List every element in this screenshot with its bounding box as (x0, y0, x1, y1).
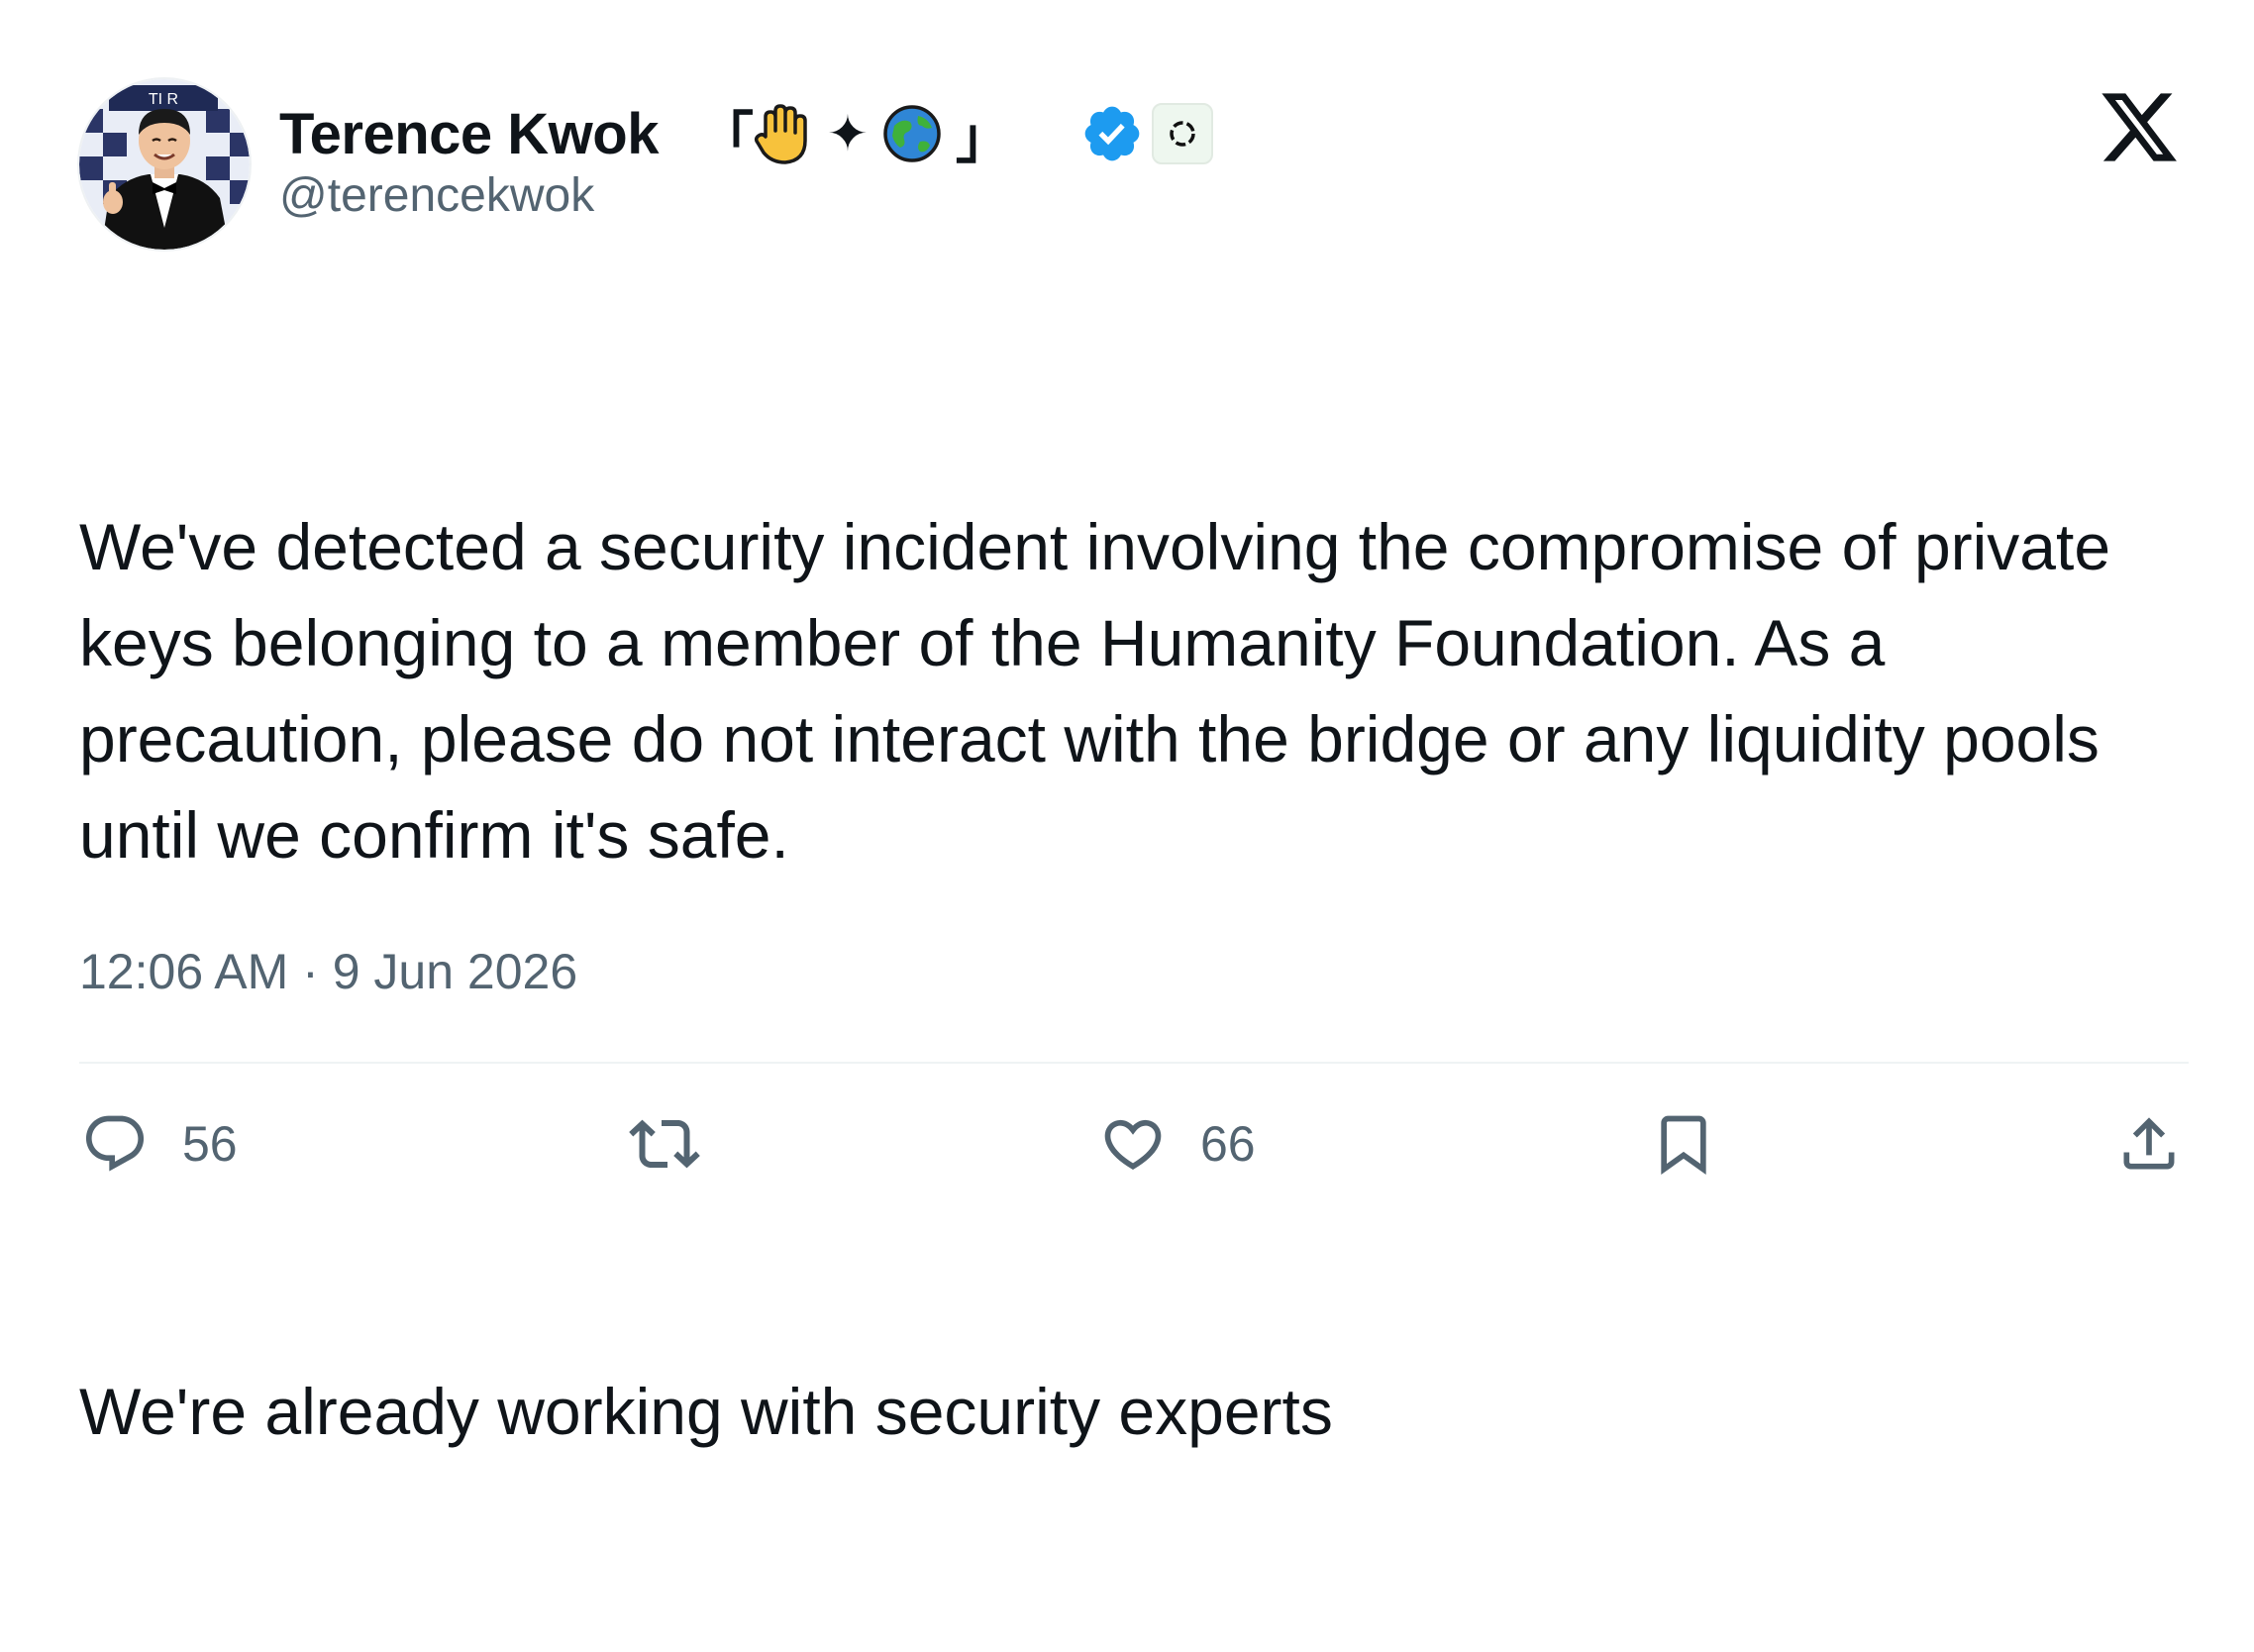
like-count: 66 (1200, 1116, 1256, 1172)
x-logo-icon[interactable] (2098, 84, 2181, 163)
avatar-image: TI R (79, 79, 250, 250)
retweet-icon (629, 1119, 700, 1169)
affiliate-badge-icon[interactable] (1151, 103, 1213, 164)
display-name[interactable]: Terence Kwok (279, 101, 659, 167)
like-icon (1104, 1119, 1162, 1170)
like-button[interactable]: 66 (1099, 1099, 1256, 1188)
tweet-paragraph: We're already working with security expe… (79, 1375, 1333, 1448)
reply-count: 56 (182, 1116, 238, 1172)
close-bracket: 」 (955, 106, 1011, 169)
reply-icon (85, 1115, 145, 1172)
avatar-sign-text: TI R (149, 91, 178, 108)
retweet-button[interactable] (629, 1099, 700, 1188)
sparkle-icon: ✦ (826, 106, 869, 161)
globe-icon (883, 105, 941, 162)
tweet-paragraph: We've detected a security incident invol… (79, 510, 2129, 872)
author-name-row: Terence Kwok 「 ✦ 」 (279, 94, 1213, 173)
tweet-timestamp[interactable]: 12:06 AM · 9 Jun 2026 (79, 943, 577, 1000)
verified-badge-icon[interactable] (1080, 102, 1144, 165)
action-bar: 56 66 (0, 1099, 2254, 1188)
share-icon (2123, 1117, 2175, 1170)
author-handle[interactable]: @terencekwok (279, 168, 594, 223)
raised-hand-emoji-icon (748, 101, 813, 166)
bookmark-button[interactable] (1650, 1099, 1717, 1188)
divider (79, 1062, 2189, 1064)
reply-button[interactable]: 56 (81, 1099, 238, 1188)
open-bracket: 「 (697, 106, 754, 169)
globe-emoji-icon (882, 104, 942, 163)
tweet-card: TI R Terence Kwok 「 ✦ 」 @terencekwok We'… (0, 0, 2254, 1448)
raised-hand-icon (754, 104, 807, 164)
share-button[interactable] (2115, 1099, 2183, 1188)
name-decoration: 「 ✦ 」 (698, 94, 1011, 174)
avatar[interactable]: TI R (79, 79, 250, 250)
bookmark-icon (1661, 1115, 1706, 1175)
